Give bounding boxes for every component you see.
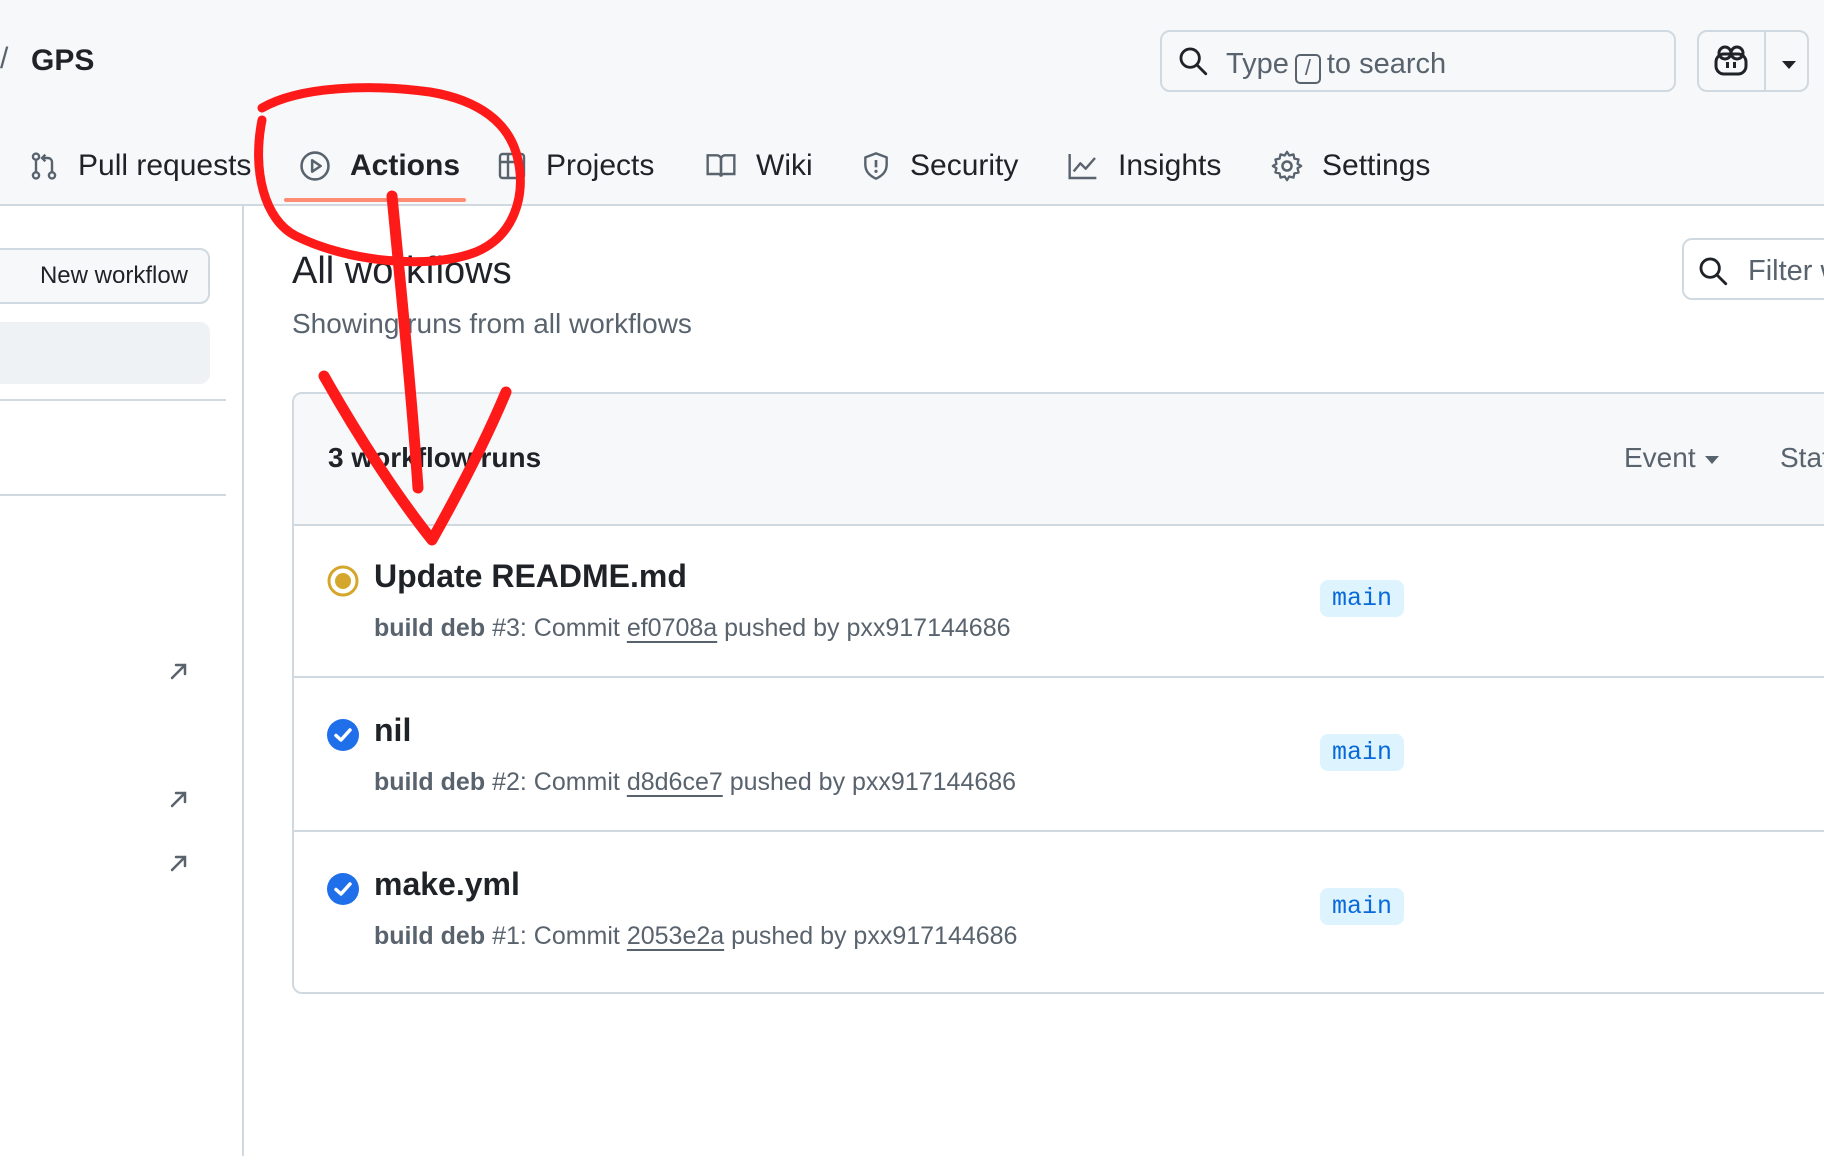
- event-filter-dropdown[interactable]: Event: [1624, 442, 1720, 474]
- run-meta: build deb #2: Commit d8d6ce7 pushed by p…: [374, 768, 1017, 796]
- run-title[interactable]: make.yml: [374, 866, 520, 903]
- check-circle-icon: [326, 718, 360, 757]
- copilot-icon: [1713, 44, 1749, 83]
- tab-label: Pull requests: [78, 149, 252, 182]
- copilot-button[interactable]: [1697, 30, 1809, 92]
- active-tab-indicator: [284, 198, 466, 202]
- tab-insights[interactable]: Insights: [1066, 130, 1221, 202]
- filter-placeholder: Filter w: [1748, 255, 1824, 287]
- tab-label: Settings: [1322, 149, 1431, 182]
- chevron-down-icon: [1704, 455, 1719, 464]
- graph-icon: [1068, 154, 1097, 180]
- repo-nav: Pull requests Actions Projects Wiki Secu…: [0, 130, 1824, 204]
- run-title[interactable]: Update README.md: [374, 558, 687, 595]
- commit-sha-link[interactable]: 2053e2a: [627, 922, 724, 950]
- git-pull-request-icon: [31, 152, 57, 180]
- tab-label: Projects: [546, 149, 655, 182]
- page-title: All workflows: [292, 250, 512, 292]
- external-link-icon[interactable]: [168, 788, 190, 815]
- run-meta: build deb #3: Commit ef0708a pushed by p…: [374, 614, 1011, 642]
- in-progress-icon: [326, 564, 360, 603]
- runs-count: 3 workflow runs: [328, 442, 542, 473]
- sidebar-separator: [0, 399, 226, 401]
- branch-badge[interactable]: main: [1320, 734, 1405, 771]
- external-link-icon[interactable]: [168, 852, 190, 879]
- sidebar-separator: [0, 494, 226, 496]
- workflow-run-row[interactable]: nil build deb #2: Commit d8d6ce7 pushed …: [294, 678, 1824, 832]
- search-input[interactable]: Type / to search: [1160, 30, 1676, 92]
- branch-badge[interactable]: main: [1320, 580, 1405, 617]
- sidebar-divider: [242, 206, 244, 1156]
- tab-security[interactable]: Security: [860, 130, 1018, 202]
- tab-label: Actions: [350, 149, 461, 182]
- branch-badge[interactable]: main: [1320, 888, 1405, 925]
- search-placeholder: Type / to search: [1226, 48, 1446, 84]
- tab-label: Wiki: [756, 149, 813, 182]
- commit-sha-link[interactable]: d8d6ce7: [627, 768, 723, 796]
- tab-pull-requests[interactable]: Pull requests: [28, 130, 251, 202]
- run-meta: build deb #1: Commit 2053e2a pushed by p…: [374, 922, 1018, 950]
- breadcrumb-separator: /: [0, 42, 9, 75]
- shield-icon: [864, 152, 888, 180]
- check-circle-icon: [326, 872, 360, 911]
- tab-label: Insights: [1118, 149, 1222, 182]
- workflow-runs-list: 3 workflow runs Event Status Update READ…: [292, 392, 1824, 994]
- commit-sha-link[interactable]: ef0708a: [627, 614, 717, 642]
- external-link-icon[interactable]: [168, 660, 190, 687]
- page-subtitle: Showing runs from all workflows: [292, 308, 692, 339]
- status-filter-dropdown[interactable]: Status: [1780, 442, 1824, 474]
- tab-wiki[interactable]: Wiki: [704, 130, 813, 202]
- runs-header: 3 workflow runs Event Status: [294, 394, 1824, 526]
- book-icon: [706, 154, 736, 177]
- tab-actions[interactable]: Actions: [298, 130, 460, 202]
- tab-label: Security: [910, 149, 1019, 182]
- workflow-run-row[interactable]: Update README.md build deb #3: Commit ef…: [294, 524, 1824, 678]
- slash-key-hint: /: [1294, 54, 1321, 84]
- new-workflow-button[interactable]: New workflow: [0, 248, 210, 304]
- sidebar-item-all-workflows[interactable]: [0, 322, 210, 384]
- repo-name-link[interactable]: GPS: [31, 44, 94, 78]
- table-icon: [498, 152, 526, 180]
- run-title[interactable]: nil: [374, 712, 411, 749]
- gear-icon: [1271, 150, 1303, 182]
- tab-settings[interactable]: Settings: [1270, 130, 1430, 202]
- chevron-down-icon[interactable]: [1781, 57, 1797, 75]
- tab-projects[interactable]: Projects: [496, 130, 654, 202]
- repo-header: / GPS Type / to search Pull requests Actio…: [0, 0, 1824, 206]
- play-icon: [300, 151, 330, 181]
- search-icon: [1696, 254, 1730, 293]
- workflow-run-row[interactable]: make.yml build deb #1: Commit 2053e2a pu…: [294, 832, 1824, 986]
- filter-input[interactable]: Filter w: [1682, 238, 1824, 300]
- search-icon: [1176, 44, 1210, 83]
